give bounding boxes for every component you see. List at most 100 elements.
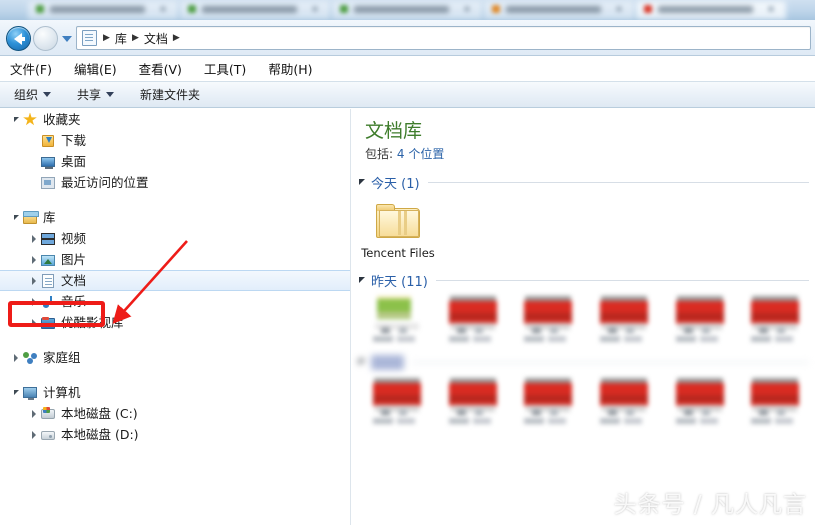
expand-chevron-icon[interactable]: [28, 409, 40, 418]
collapse-chevron-icon[interactable]: [10, 215, 22, 220]
file-tile-caption: Tencent Files: [361, 246, 435, 260]
expand-chevron-icon[interactable]: [28, 276, 40, 285]
image-thumbnail: [674, 296, 726, 342]
expand-chevron-icon[interactable]: [28, 234, 40, 243]
sidebar-item-桌面[interactable]: 桌面: [0, 151, 350, 172]
breadcrumb-separator-icon: ▶: [103, 33, 110, 43]
image-thumbnail: [749, 378, 801, 424]
browser-tab-strip[interactable]: [0, 0, 815, 20]
expand-chevron-icon[interactable]: [10, 353, 22, 362]
file-list-pane[interactable]: 文档库 包括: 4 个位置 今天 (1) Tencent Files 昨天 (11)…: [351, 109, 815, 525]
expand-chevron-icon[interactable]: [28, 255, 40, 264]
downloads-icon: [40, 133, 56, 149]
group-divider: [435, 279, 809, 281]
tile-row-0: Tencent Files: [351, 198, 815, 260]
expand-chevron-icon[interactable]: [28, 318, 40, 327]
image-thumbnail: [371, 296, 423, 342]
sidebar-item-家庭组[interactable]: 家庭组: [0, 347, 350, 368]
tab-close-icon[interactable]: [616, 6, 622, 12]
menu-item-2[interactable]: 查看(V): [139, 59, 182, 78]
breadcrumb-item-library[interactable]: 库: [112, 29, 130, 48]
file-tile[interactable]: [739, 378, 811, 424]
menu-item-0[interactable]: 文件(F): [10, 59, 52, 78]
expand-chevron-icon[interactable]: [28, 430, 40, 439]
collapse-chevron-icon[interactable]: [10, 117, 22, 122]
toolbar-button-2[interactable]: 新建文件夹: [140, 86, 200, 103]
sidebar-item-文档[interactable]: 文档: [0, 270, 350, 291]
collapse-chevron-icon[interactable]: [359, 277, 365, 283]
tab-close-icon[interactable]: [768, 6, 774, 12]
sidebar-item-优酷影视库[interactable]: 优酷影视库: [0, 312, 350, 333]
sidebar-item-音乐[interactable]: 音乐: [0, 291, 350, 312]
group-divider: [427, 181, 809, 183]
menu-bar: 文件(F) 编辑(E) 查看(V) 工具(T) 帮助(H): [0, 56, 815, 81]
file-tile[interactable]: [739, 296, 811, 342]
back-button[interactable]: [6, 26, 31, 51]
sidebar-item-图片[interactable]: 图片: [0, 249, 350, 270]
navigation-pane[interactable]: 收藏夹 下载 桌面 最近访问的位置库视频 图片 文档 音乐 优酷影视库 家庭组 计算机 本地磁盘 (…: [0, 109, 350, 525]
sidebar-item-下载[interactable]: 下载: [0, 130, 350, 151]
tab-favicon-icon: [644, 5, 652, 13]
group-header-label: 今天 (1): [371, 176, 420, 192]
sidebar-item-视频[interactable]: 视频: [0, 228, 350, 249]
file-tile[interactable]: [664, 296, 736, 342]
image-thumbnail: [447, 296, 499, 342]
file-tile[interactable]: [512, 378, 584, 424]
tab-close-icon[interactable]: [312, 6, 318, 12]
chevron-down-icon: [43, 92, 52, 97]
sidebar-item-本地磁盘 (D:)[interactable]: 本地磁盘 (D:): [0, 424, 350, 445]
file-tile[interactable]: [664, 378, 736, 424]
file-tile[interactable]: [437, 296, 509, 342]
group-header-2[interactable]: [351, 352, 815, 372]
file-tile[interactable]: [588, 378, 660, 424]
address-input[interactable]: ▶ 库 ▶ 文档 ▶: [76, 26, 811, 50]
menu-item-3[interactable]: 工具(T): [204, 59, 246, 78]
collapse-chevron-icon[interactable]: [359, 179, 365, 185]
image-thumbnail: [598, 378, 650, 424]
image-thumbnail: [522, 296, 574, 342]
back-arrow-tail: [20, 37, 25, 41]
collapse-chevron-icon[interactable]: [10, 390, 22, 395]
menu-item-1[interactable]: 编辑(E): [74, 59, 117, 78]
explorer-window: ▶ 库 ▶ 文档 ▶ 文件(F) 编辑(E) 查看(V) 工具(T) 帮助(H) 组织 共…: [0, 0, 815, 525]
sidebar-item-计算机[interactable]: 计算机: [0, 382, 350, 403]
tab-title: [506, 6, 601, 13]
local-disk-icon: [40, 427, 56, 443]
sidebar-item-本地磁盘 (C:)[interactable]: 本地磁盘 (C:): [0, 403, 350, 424]
tab-favicon-icon: [492, 5, 500, 13]
tile-row-1: [351, 296, 815, 342]
tab-close-icon[interactable]: [464, 6, 470, 12]
homegroup-icon: [22, 350, 38, 366]
expand-chevron-icon[interactable]: [28, 297, 40, 306]
sidebar-item-label: 库: [43, 209, 56, 225]
tab-close-icon[interactable]: [160, 6, 166, 12]
file-tile[interactable]: [588, 296, 660, 342]
menu-item-4[interactable]: 帮助(H): [268, 59, 312, 78]
sidebar-item-label: 本地磁盘 (D:): [61, 426, 139, 442]
image-thumbnail: [447, 378, 499, 424]
file-tile[interactable]: [437, 378, 509, 424]
toolbar-button-0[interactable]: 组织: [14, 86, 52, 103]
sidebar-item-最近访问的位置[interactable]: 最近访问的位置: [0, 172, 350, 193]
sidebar-group-spacer: [0, 333, 350, 347]
sidebar-item-label: 桌面: [61, 153, 87, 169]
system-disk-icon: [40, 406, 56, 422]
history-dropdown-icon[interactable]: [62, 36, 72, 42]
toolbar-button-1[interactable]: 共享: [77, 86, 115, 103]
forward-button[interactable]: [33, 26, 58, 51]
group-header-1[interactable]: 昨天 (11): [351, 270, 815, 290]
file-tile[interactable]: [512, 296, 584, 342]
sidebar-item-库[interactable]: 库: [0, 207, 350, 228]
page-title: 文档库: [365, 120, 423, 142]
collapse-chevron-icon[interactable]: [359, 359, 365, 365]
breadcrumb-item-documents[interactable]: 文档: [141, 29, 171, 48]
includes-locations-link[interactable]: 4 个位置: [397, 147, 444, 161]
image-thumbnail: [674, 378, 726, 424]
sidebar-group-spacer: [0, 193, 350, 207]
file-tile[interactable]: [361, 378, 433, 424]
file-tile[interactable]: Tencent Files: [361, 198, 435, 260]
sidebar-item-收藏夹[interactable]: 收藏夹: [0, 109, 350, 130]
file-tile[interactable]: [361, 296, 433, 342]
group-header-0[interactable]: 今天 (1): [351, 172, 815, 192]
address-bar-row: ▶ 库 ▶ 文档 ▶: [0, 20, 815, 56]
